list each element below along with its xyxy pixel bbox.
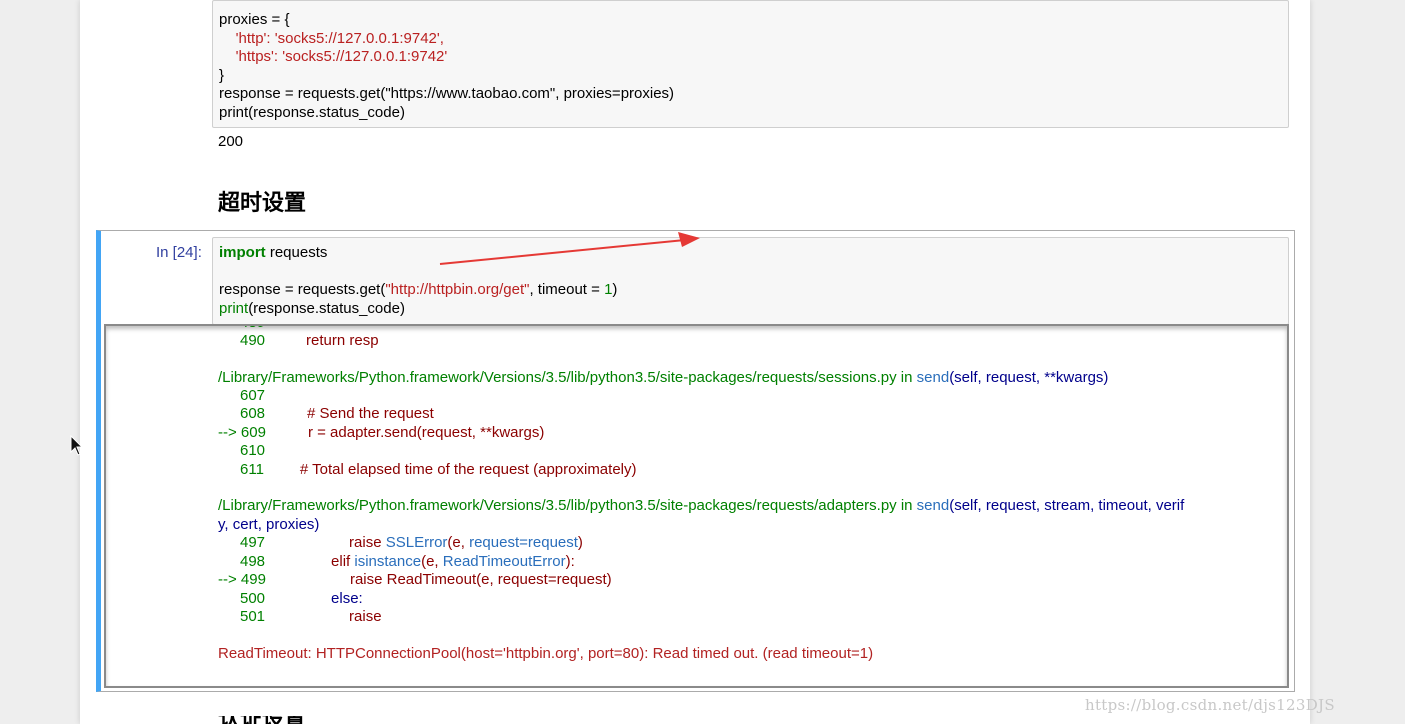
- annotation-arrow: [439, 232, 700, 265]
- input-prompt: In [24]:: [156, 244, 202, 261]
- line-number: 501: [240, 608, 266, 625]
- watermark: https://blog.csdn.net/djs123DJS: [1085, 696, 1335, 714]
- code-name: isinstance: [354, 553, 422, 570]
- code-text: ): [612, 281, 618, 298]
- traceback-frame-header: /Library/Frameworks/Python.framework/Ver…: [218, 369, 1108, 388]
- current-line-arrow: --> 499: [218, 571, 266, 588]
- traceback-output[interactable]: 489 490return resp /Library/Frameworks/P…: [104, 324, 1289, 688]
- code-string: "http://httpbin.org/get": [385, 281, 530, 298]
- code-comment: # Total elapsed time of the request (app…: [299, 461, 637, 478]
- file-path: /Library/Frameworks/Python.framework/Ver…: [218, 369, 897, 386]
- code-line: response = requests.get("https://www.tao…: [219, 85, 675, 102]
- line-number: 490: [240, 332, 266, 349]
- code-comment: # Send the request: [307, 405, 434, 422]
- code-name: request=request: [469, 534, 578, 551]
- function-name: send: [916, 497, 950, 514]
- code-line: proxies = {: [219, 11, 290, 28]
- code-line: response = requests.get("http://httpbin.…: [219, 281, 1282, 300]
- file-path: /Library/Frameworks/Python.framework/Ver…: [218, 497, 897, 514]
- traceback-frame-header: /Library/Frameworks/Python.framework/Ver…: [218, 497, 1184, 516]
- function-name: send: [916, 369, 950, 386]
- code-text: raise ReadTimeout(e, request=request): [349, 571, 612, 588]
- traceback-line: 611 # Total elapsed time of the request (…: [240, 461, 637, 480]
- traceback-line: 490 return resp: [240, 332, 379, 351]
- code-line: import requests: [219, 244, 1282, 263]
- code-cell-proxies[interactable]: proxies = { 'http': 'socks5://127.0.0.1:…: [212, 0, 1289, 128]
- code-text: in: [896, 369, 917, 386]
- code-text: in: [896, 497, 917, 514]
- line-number: 607: [240, 387, 266, 404]
- next-section-heading: 认证设置: [218, 716, 314, 724]
- code-text: raise: [349, 534, 386, 551]
- current-line-arrow: --> 609: [218, 424, 266, 441]
- code-input-area[interactable]: import requests response = requests.get(…: [212, 237, 1289, 325]
- code-text: elif: [331, 553, 355, 570]
- traceback-line: 500 else:: [240, 590, 363, 609]
- code-string: 'http': 'socks5://127.0.0.1:9742',: [219, 29, 444, 47]
- code-line: 'https': 'socks5://127.0.0.1:9742': [219, 48, 1282, 67]
- traceback-line: 608 # Send the request: [240, 405, 434, 424]
- code-line: 'http': 'socks5://127.0.0.1:9742',: [219, 30, 1282, 49]
- code-text: requests: [265, 244, 328, 261]
- error-message: ReadTimeout: HTTPConnectionPool(host='ht…: [218, 645, 874, 662]
- function-args-wrap: y, cert, proxies): [218, 516, 320, 533]
- line-number: 498: [240, 553, 266, 570]
- code-text: (e,: [447, 534, 470, 551]
- traceback-line: 501 raise: [240, 608, 382, 627]
- code-text: ): [577, 534, 583, 551]
- section-heading: 超时设置: [218, 191, 307, 216]
- traceback-line: --> 609 r = adapter.send(request, **kwarg…: [218, 424, 544, 443]
- cell-output: 200: [218, 133, 244, 150]
- function-args: (self, request, stream, timeout, verif: [949, 497, 1185, 514]
- traceback-line: 498 elif isinstance(e, ReadTimeoutError):: [240, 553, 575, 572]
- function-args: (self, request, **kwargs): [949, 369, 1109, 386]
- code-name: ReadTimeoutError: [442, 553, 566, 570]
- traceback-line: --> 499 raise ReadTimeout(e, request=requ…: [218, 571, 612, 590]
- next-section-heading-text: 认证设置: [218, 716, 314, 724]
- code-text: r = adapter.send(request, **kwargs): [307, 424, 545, 441]
- keyword: import: [219, 244, 266, 261]
- traceback-line: 497 raise SSLError(e, request=request): [240, 534, 583, 553]
- code-line: print(response.status_code): [219, 103, 405, 121]
- line-number: 608: [240, 405, 266, 422]
- mouse-cursor-icon: [70, 435, 84, 456]
- code-text: response = requests.get(: [219, 281, 386, 298]
- code-string: 'https': 'socks5://127.0.0.1:9742': [219, 48, 448, 65]
- line-number: 611: [240, 461, 264, 478]
- code-name: SSLError: [385, 534, 448, 551]
- code-text: raise: [349, 608, 382, 625]
- code-text: (e,: [421, 553, 443, 570]
- builtin-function: print: [219, 299, 249, 317]
- line-number: 497: [240, 534, 266, 551]
- code-text: else:: [331, 590, 363, 607]
- code-line: }: [219, 66, 225, 84]
- line-number: 500: [240, 590, 266, 607]
- code-text: return resp: [306, 332, 379, 349]
- code-line: print(response.status_code): [219, 300, 1282, 319]
- code-text: ):: [565, 553, 575, 570]
- code-text: , timeout =: [529, 281, 605, 298]
- line-number: 610: [240, 442, 266, 459]
- code-text: (response.status_code): [248, 299, 405, 317]
